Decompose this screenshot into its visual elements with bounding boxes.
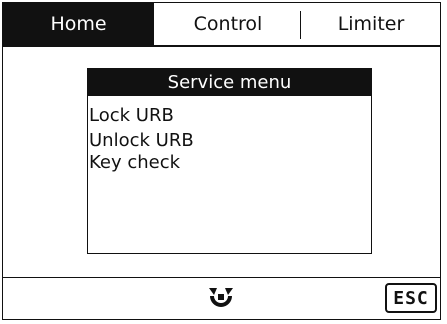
service-menu: Service menu Lock URB Unlock URB Key che… [87, 68, 372, 254]
menu-item-lock-urb[interactable]: Lock URB [88, 105, 371, 127]
service-menu-title: Service menu [87, 68, 372, 96]
menu-item-unlock-urb[interactable]: Unlock URB [88, 130, 371, 152]
tab-bar: Home Control Limiter [3, 3, 440, 47]
tab-limiter[interactable]: Limiter [302, 3, 440, 45]
esc-button-label: ESC [393, 287, 429, 309]
tab-limiter-label: Limiter [337, 13, 405, 35]
menu-item-key-check[interactable]: Key check [88, 152, 371, 174]
esc-button[interactable]: ESC [385, 283, 437, 313]
tab-divider [300, 11, 301, 39]
service-menu-list: Lock URB Unlock URB Key check [88, 105, 371, 174]
tab-control-label: Control [193, 13, 263, 35]
tab-home[interactable]: Home [3, 3, 154, 45]
tab-home-label: Home [50, 13, 107, 35]
bottom-bar: ESC [3, 277, 440, 319]
device-screen: Home Control Limiter Service menu Lock U… [2, 2, 441, 320]
service-menu-title-text: Service menu [167, 71, 292, 93]
rotate-arrows-icon[interactable] [207, 284, 235, 312]
tab-control[interactable]: Control [154, 3, 302, 45]
